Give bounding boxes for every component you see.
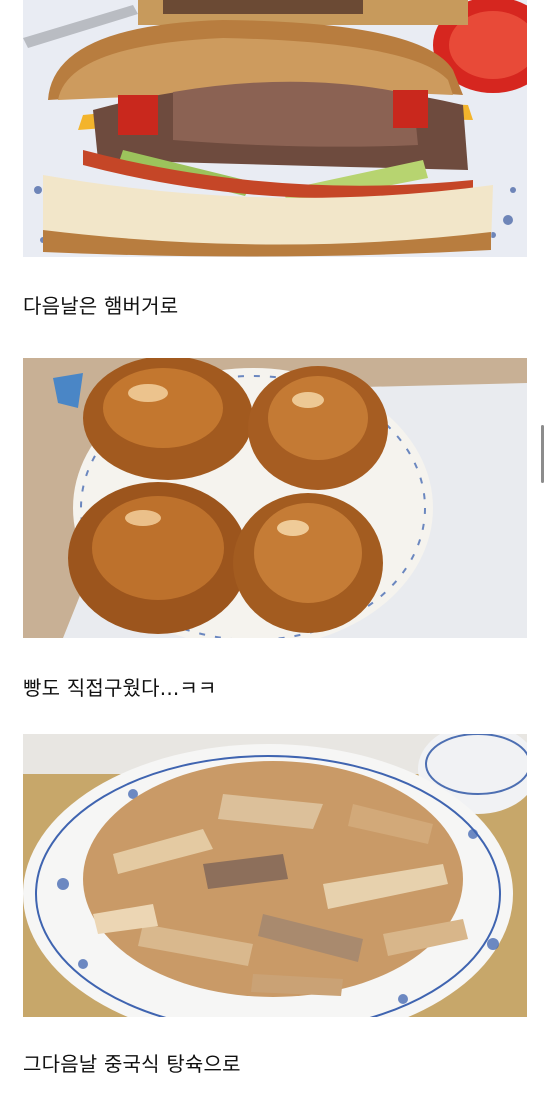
- hamburger-photo[interactable]: [23, 0, 527, 257]
- tangsuyuk-image: [23, 734, 527, 1017]
- post-content: 다음날은 햄버거로 빵도 직접구웠다...ㅋㅋ 그다음날 중국식 탕슉으로: [0, 0, 550, 1100]
- caption-buns: 빵도 직접구웠다...ㅋㅋ: [23, 676, 217, 700]
- caption-hamburger: 다음날은 햄버거로: [23, 294, 179, 318]
- buns-photo[interactable]: [23, 358, 527, 638]
- tangsuyuk-photo[interactable]: [23, 734, 527, 1017]
- buns-image: [23, 358, 527, 638]
- scrollbar-thumb[interactable]: [541, 425, 544, 483]
- hamburger-image: [23, 0, 527, 257]
- caption-tangsuyuk: 그다음날 중국식 탕슉으로: [23, 1052, 241, 1076]
